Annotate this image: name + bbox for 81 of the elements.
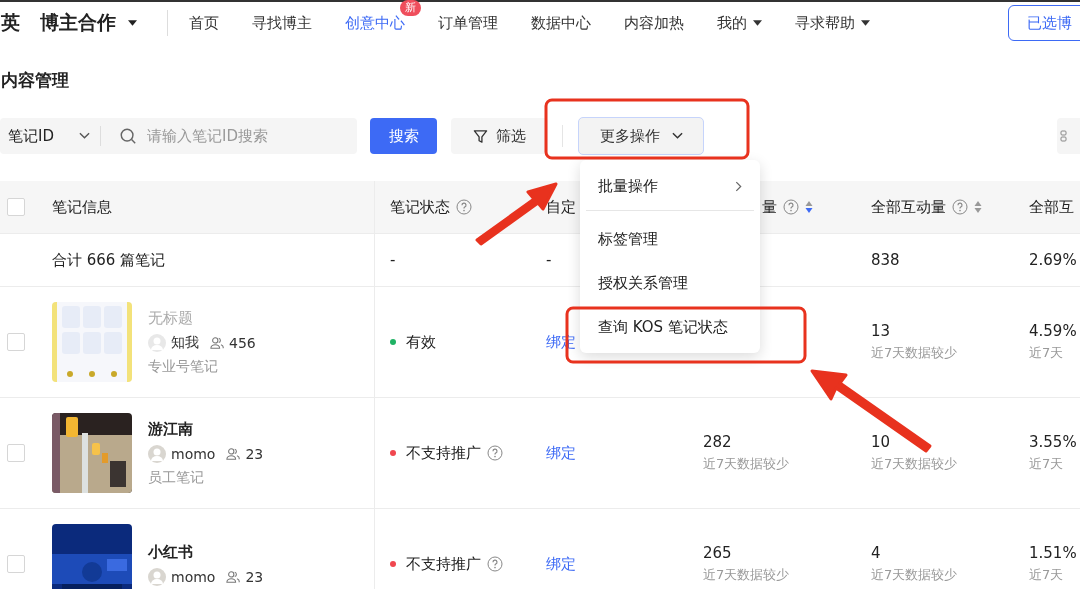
avatar-icon [148,444,166,463]
interactions-value: 4 [871,544,881,562]
chevron-icon [671,132,683,140]
people-icon [226,569,241,584]
column-header: 自定 [546,197,576,217]
menu-item[interactable]: 标签管理 [580,217,760,261]
author-name: momo [171,568,216,585]
search-field[interactable]: 笔记ID 请输入笔记ID搜索 [0,118,357,154]
table-cell: 838 [871,251,900,269]
nav-tab[interactable]: 创意中心 [345,13,405,33]
nav-tab[interactable]: 我的 [717,13,762,33]
column-header: 全部互 [1029,197,1074,217]
table-cell: - [546,251,552,269]
menu-item[interactable]: 授权关系管理 [580,261,760,305]
select-all-checkbox[interactable] [7,198,25,216]
data-note: 近7天数据较少 [871,566,958,584]
nav-tab[interactable]: 寻找博主 [252,13,312,33]
bind-link[interactable]: 绑定 [546,443,576,463]
nav-tab[interactable]: 订单管理 [438,13,498,33]
reads-value: 282 [703,433,732,451]
status-text: 不支持推广 [406,443,481,463]
note-type: 员工笔记 [148,468,205,487]
search-type-select[interactable]: 笔记ID [0,126,100,146]
row-checkbox[interactable] [7,555,25,573]
follower-count: 23 [245,445,264,462]
page-title: 内容管理 [1,69,70,92]
new-badge: 新 [400,0,421,16]
data-note: 近7天 [1029,455,1064,473]
author-name: 知我 [171,333,199,352]
data-note: 近7天数据较少 [871,344,958,362]
filter-icon [473,128,488,144]
sort-icon[interactable] [974,200,982,214]
avatar-icon [148,567,166,586]
note-title[interactable]: 小红书 [148,542,264,562]
interactions-value: 10 [871,433,891,451]
follower-count: 23 [245,568,264,585]
chevron-icon [79,132,90,140]
menu-item[interactable]: 批量操作 [580,164,760,208]
author-name: momo [171,445,216,462]
data-note: 近7天 [1029,344,1064,362]
bind-link[interactable]: 绑定 [546,554,576,574]
data-note: 近7天 [1029,566,1064,584]
follower-count: 456 [229,334,256,351]
caret-icon [128,20,137,26]
table-cell: - [390,251,396,269]
column-header: 笔记状态 [390,197,450,217]
nav-tab[interactable]: 数据中心 [531,13,591,33]
data-note: 近7天数据较少 [703,455,790,473]
search-icon [119,127,137,145]
brand-text: 英 [1,10,20,35]
table-cell: 2.69% [1029,251,1077,269]
rate-value: 3.55% [1029,433,1077,451]
nav-tab[interactable]: 内容加热 [624,13,684,33]
nav-tab[interactable]: 首页 [189,13,219,33]
note-title[interactable]: 游江南 [148,419,264,439]
selected-bloggers-button[interactable]: 已选博 [1008,5,1080,41]
total-label: 合计 666 篇笔记 [52,250,166,270]
people-icon [210,335,224,350]
menu-item[interactable]: 查询 KOS 笔记状态 [580,305,760,349]
note-type: 专业号笔记 [148,357,219,376]
nav-tab[interactable]: 寻求帮助 [795,13,870,33]
search-button[interactable]: 搜索 [370,118,437,154]
data-note: 近7天数据较少 [871,455,958,473]
filter-button[interactable]: 筛选 [451,118,548,154]
row-checkbox[interactable] [7,444,25,462]
sort-icon[interactable] [805,200,813,214]
column-header: 全部互动量 [871,197,946,217]
row-checkbox[interactable] [7,333,25,351]
more-actions-button[interactable]: 更多操作 [578,117,704,155]
data-note: 近7天数据较少 [703,566,790,584]
status-text: 不支持推广 [406,554,481,574]
rate-value: 4.59% [1029,322,1077,340]
people-icon [226,446,241,461]
reads-value: 265 [703,544,732,562]
status-text: 有效 [406,332,436,352]
column-header: 笔记信息 [52,197,112,217]
grid-icon [1057,128,1067,144]
interactions-value: 13 [871,322,891,340]
column-header: 量 [762,197,777,217]
rate-value: 1.51% [1029,544,1077,562]
product-menu[interactable]: 博主合作 [40,10,137,36]
